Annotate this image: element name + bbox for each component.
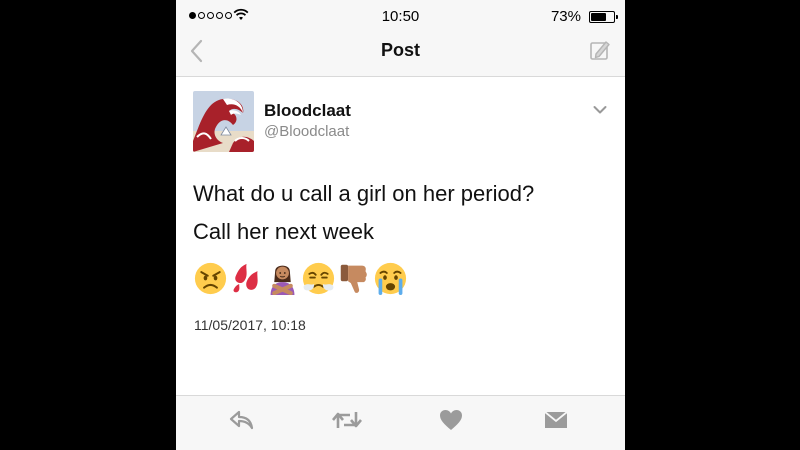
chevron-down-icon[interactable] <box>593 105 607 115</box>
crying-face-icon <box>374 262 407 295</box>
blood-drops-icon <box>233 263 258 293</box>
tweet-timestamp: 11/05/2017, 10:18 <box>194 317 306 333</box>
page-title: Post <box>380 40 420 60</box>
action-bar <box>176 395 625 450</box>
direct-message-icon[interactable] <box>544 409 568 431</box>
navigation-bar: Post <box>176 32 625 77</box>
thumbs-down-icon <box>340 264 367 293</box>
reply-icon[interactable] <box>229 409 255 431</box>
phone-screen: 10:50 73% Post Bloodclaat @Bloodclaat Wh… <box>176 0 625 450</box>
status-bar: 10:50 73% <box>176 0 625 32</box>
tweet-card: Bloodclaat @Bloodclaat What do u call a … <box>176 77 625 395</box>
woman-gesturing-no-icon <box>270 265 295 295</box>
retweet-icon[interactable] <box>331 409 363 431</box>
battery-icon <box>589 11 618 23</box>
angry-face-icon <box>194 262 227 295</box>
display-name[interactable]: Bloodclaat <box>264 101 351 121</box>
compose-icon[interactable] <box>589 38 611 62</box>
face-with-steam-icon <box>302 262 335 295</box>
battery-percent: 73% <box>550 8 581 25</box>
great-wave-avatar-image <box>193 91 254 152</box>
user-handle[interactable]: @Bloodclaat <box>264 123 349 140</box>
emoji-row <box>194 262 407 295</box>
tweet-text-line-1: What do u call a girl on her period? <box>193 181 535 206</box>
like-icon[interactable] <box>439 409 463 431</box>
tweet-text-line-2: Call her next week <box>193 219 374 244</box>
avatar[interactable] <box>193 91 254 152</box>
